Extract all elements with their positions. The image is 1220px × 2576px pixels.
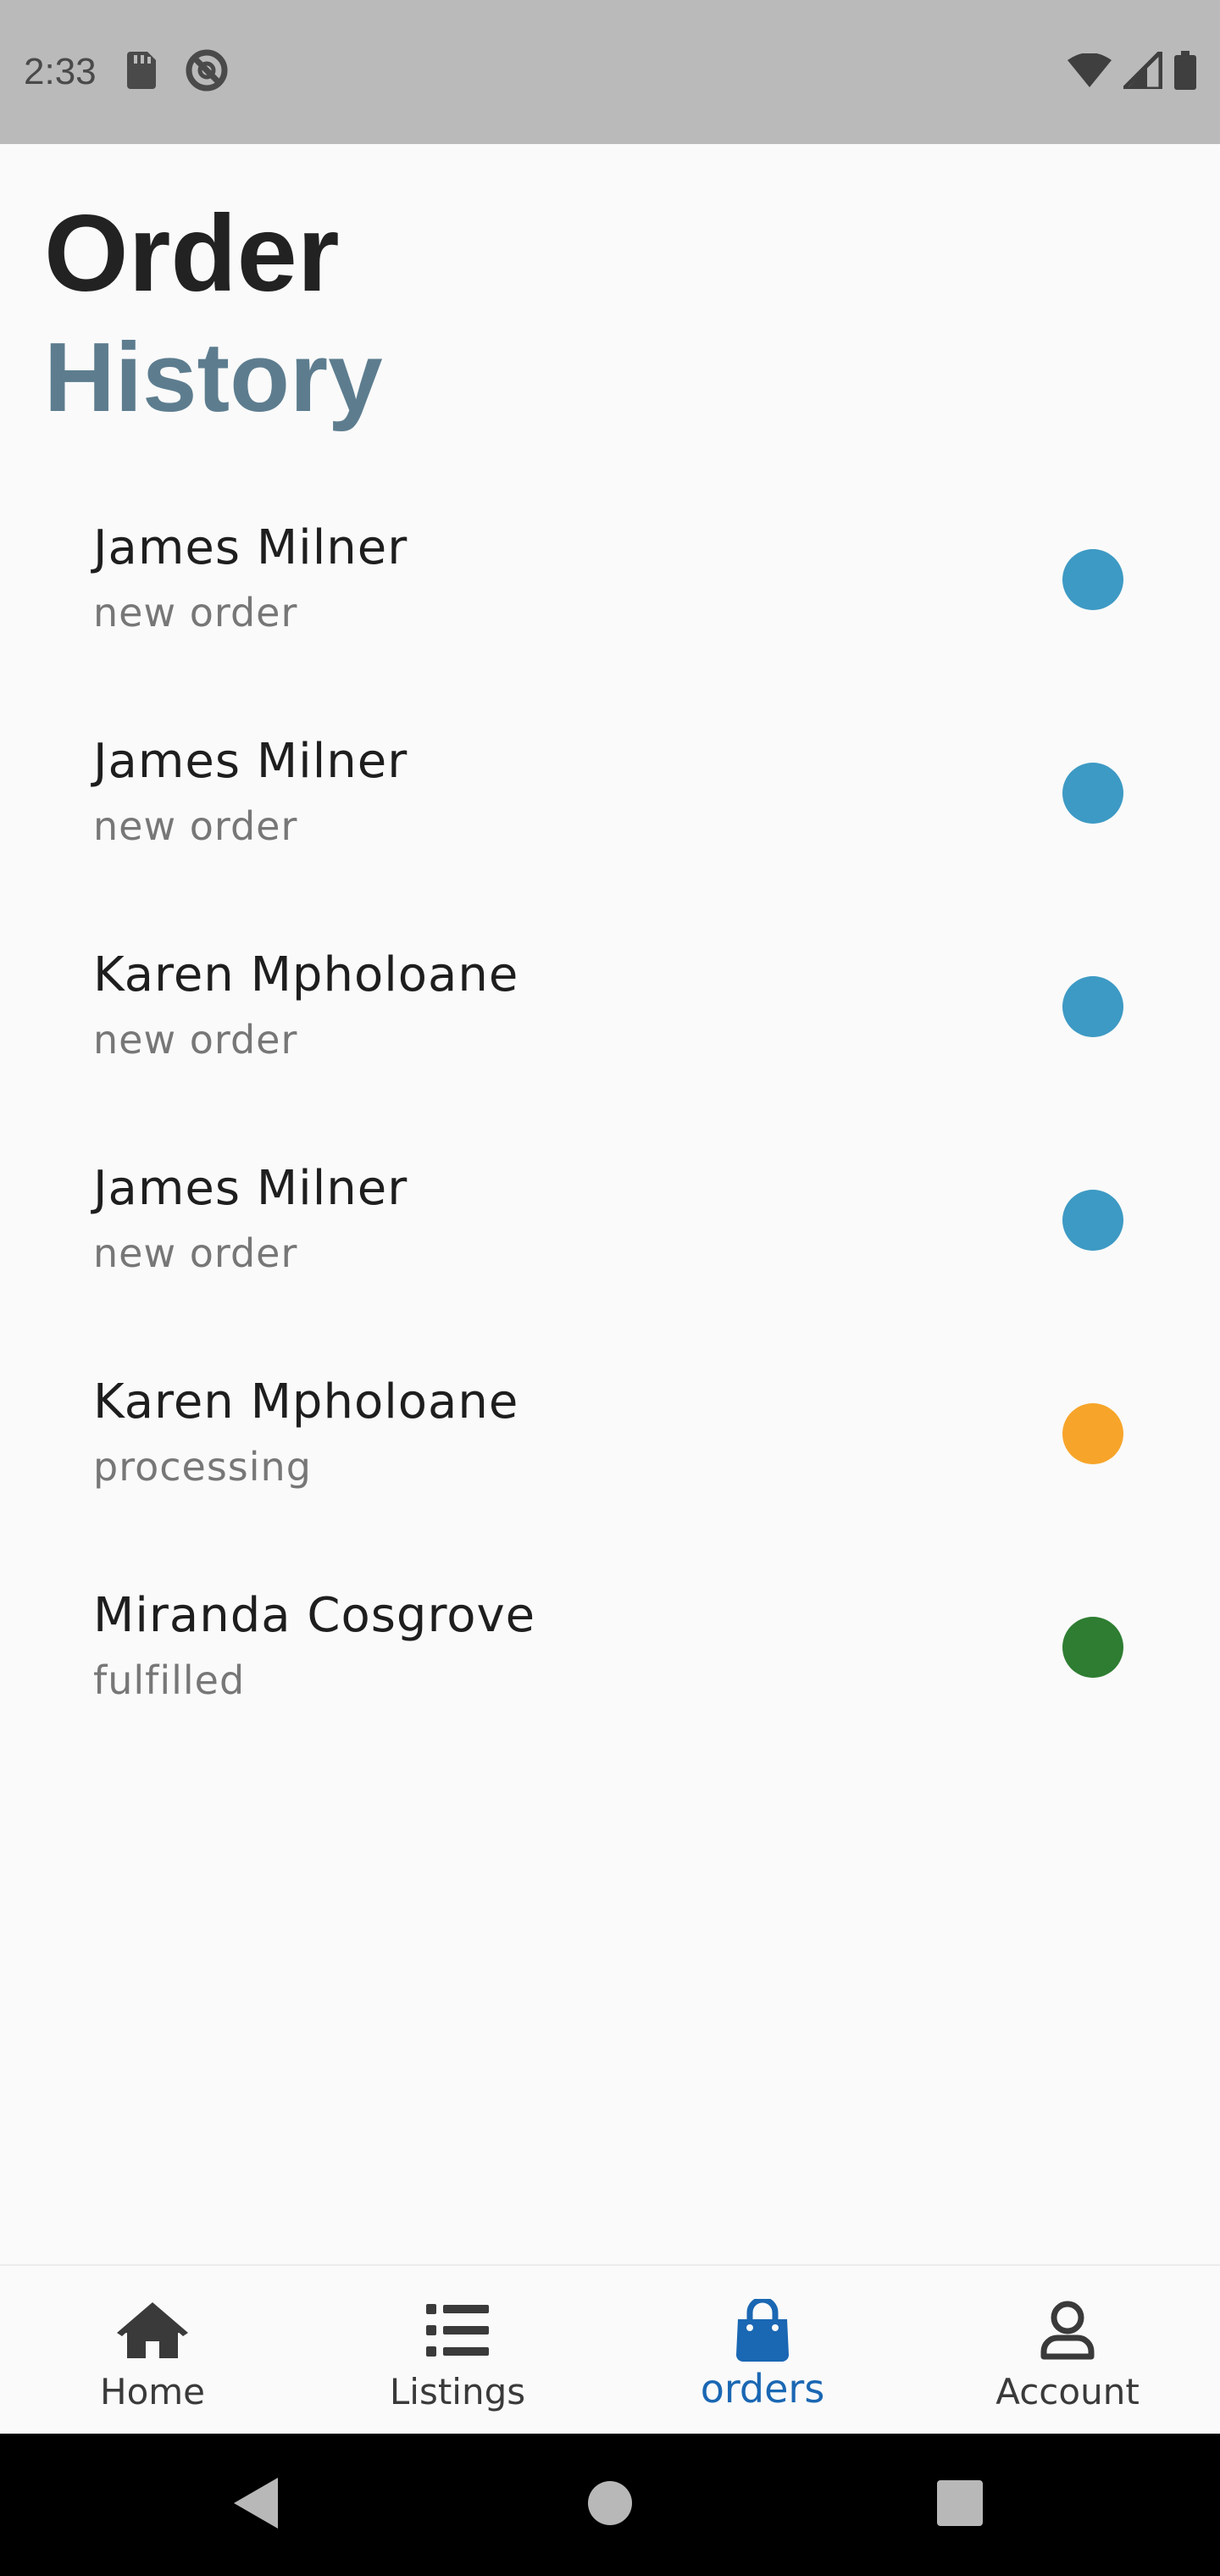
order-row[interactable]: Miranda Cosgrove fulfilled [0, 1576, 1220, 1790]
status-right [1068, 46, 1196, 93]
order-status: new order [93, 1230, 298, 1276]
status-dot-icon [1062, 1403, 1123, 1464]
status-time: 2:33 [24, 51, 97, 92]
bottom-nav: Home Listings orders Account [0, 2264, 1220, 2434]
order-status: new order [93, 1017, 298, 1063]
back-icon[interactable] [234, 2478, 278, 2532]
nav-item-listings[interactable]: Listings [305, 2266, 610, 2434]
nav-item-account[interactable]: Account [915, 2266, 1220, 2434]
nav-label-home: Home [99, 2371, 206, 2412]
wifi-icon [1068, 53, 1112, 91]
status-dot-icon [1062, 1190, 1123, 1251]
customer-name: Karen Mpholoane [93, 1374, 519, 1430]
order-row[interactable]: Karen Mpholoane processing [0, 1363, 1220, 1576]
status-dot-icon [1062, 976, 1123, 1037]
order-list: James Milner new order James Milner new … [0, 508, 1220, 1790]
home-circle-icon[interactable] [588, 2481, 632, 2529]
sd-card-icon [125, 52, 156, 92]
order-row[interactable]: James Milner new order [0, 722, 1220, 935]
customer-name: Karen Mpholoane [93, 947, 519, 1002]
status-dot-icon [1062, 1617, 1123, 1678]
nav-label-account: Account [995, 2371, 1140, 2412]
order-status: fulfilled [93, 1657, 246, 1703]
customer-name: James Milner [93, 1161, 408, 1216]
order-row[interactable]: Karen Mpholoane new order [0, 935, 1220, 1149]
status-bar: 2:33 [0, 0, 1220, 144]
page-title: Order History [44, 191, 383, 436]
status-dot-icon [1062, 763, 1123, 824]
customer-name: James Milner [93, 734, 408, 789]
home-icon [114, 2296, 191, 2364]
system-nav-bar [0, 2434, 1220, 2576]
order-status: new order [93, 590, 298, 636]
status-left: 2:33 [24, 48, 229, 96]
customer-name: James Milner [93, 520, 408, 575]
nav-label-listings: Listings [389, 2371, 526, 2412]
page-title-line2: History [44, 322, 383, 432]
order-row[interactable]: James Milner new order [0, 1149, 1220, 1363]
nav-label-orders: orders [700, 2366, 825, 2412]
do-not-disturb-icon [185, 48, 229, 96]
signal-icon [1117, 46, 1163, 92]
customer-name: Miranda Cosgrove [93, 1588, 536, 1643]
nav-item-home[interactable]: Home [0, 2266, 305, 2434]
list-icon [419, 2296, 496, 2364]
order-status: new order [93, 803, 298, 849]
nav-item-orders[interactable]: orders [610, 2266, 915, 2434]
page-title-line1: Order [44, 193, 340, 314]
shopping-bag-icon [724, 2296, 801, 2364]
order-status: processing [93, 1444, 312, 1490]
recents-icon[interactable] [937, 2480, 983, 2529]
status-dot-icon [1062, 549, 1123, 610]
battery-icon [1174, 51, 1196, 93]
order-row[interactable]: James Milner new order [0, 508, 1220, 722]
account-icon [1029, 2296, 1106, 2364]
